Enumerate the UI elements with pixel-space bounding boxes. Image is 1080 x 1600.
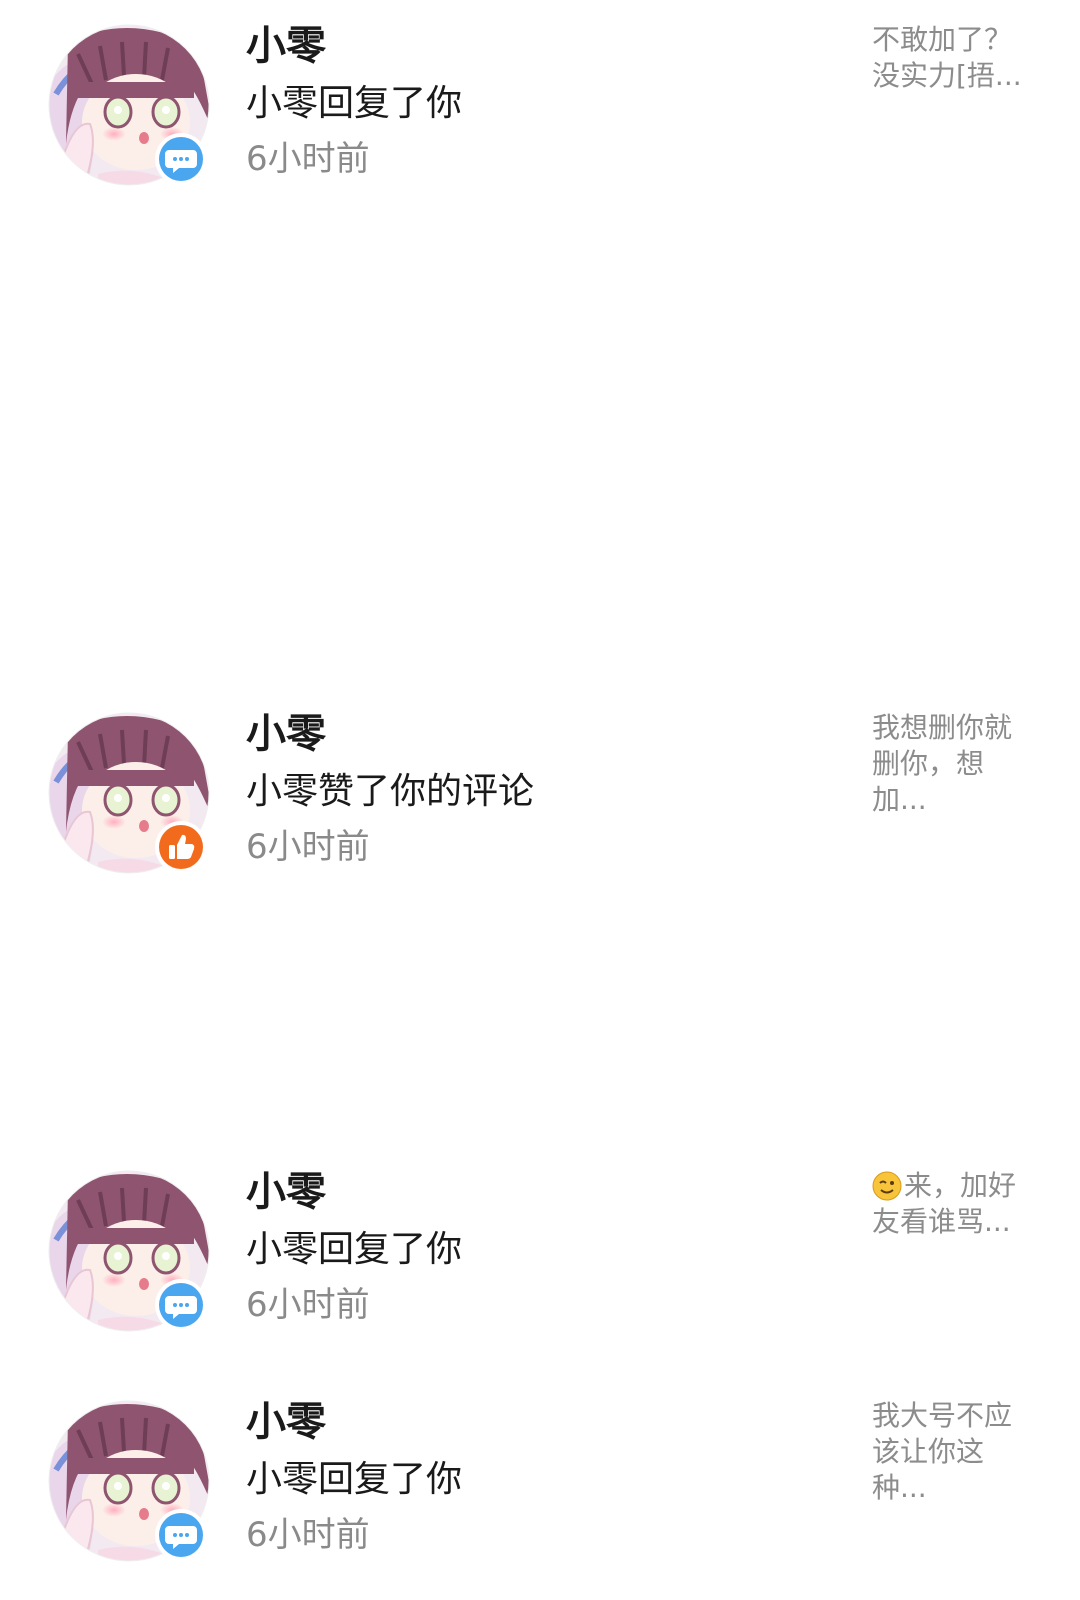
wink-emoji-icon xyxy=(872,1171,902,1201)
notification-item[interactable]: 小零 小零回复了你 6小时前 来，加好友看谁骂... xyxy=(0,1146,1080,1346)
user-name[interactable]: 小零 xyxy=(246,708,326,760)
comment-badge-icon xyxy=(155,1279,207,1331)
notification-action: 小零回复了你 xyxy=(246,1459,463,1500)
notification-action: 小零回复了你 xyxy=(246,83,463,124)
comment-preview[interactable]: 我大号不应该让你这种... xyxy=(872,1398,1032,1506)
avatar[interactable] xyxy=(48,1400,210,1562)
comment-preview[interactable]: 我想删你就删你，想加... xyxy=(872,710,1032,818)
comment-preview-text: 不敢加了？没实力[捂... xyxy=(872,23,1022,92)
comment-preview[interactable]: 来，加好友看谁骂... xyxy=(872,1168,1032,1240)
avatar[interactable] xyxy=(48,24,210,186)
comment-preview-text: 我大号不应该让你这种... xyxy=(872,1399,1013,1504)
avatar[interactable] xyxy=(48,712,210,874)
comment-badge-icon xyxy=(155,133,207,185)
comment-badge-icon xyxy=(155,1509,207,1561)
user-name[interactable]: 小零 xyxy=(246,1166,326,1218)
avatar[interactable] xyxy=(48,1170,210,1332)
timestamp: 6小时前 xyxy=(246,827,370,867)
comment-preview-text: 我想删你就删你，想加... xyxy=(872,711,1013,816)
comment-preview[interactable]: 不敢加了？没实力[捂... xyxy=(872,22,1032,94)
notification-action: 小零回复了你 xyxy=(246,1229,463,1270)
user-name[interactable]: 小零 xyxy=(246,1396,326,1448)
timestamp: 6小时前 xyxy=(246,1515,370,1555)
timestamp: 6小时前 xyxy=(246,1285,370,1325)
notification-item[interactable]: 小零 小零回复了你 6小时前 我大号不应该让你这种... xyxy=(0,1376,1080,1576)
thumbs-up-badge-icon xyxy=(155,821,207,873)
notification-item[interactable]: 小零 小零赞了你的评论 6小时前 我想删你就删你，想加... xyxy=(0,688,1080,888)
notification-item[interactable]: 小零 小零回复了你 6小时前 不敢加了？没实力[捂... xyxy=(0,0,1080,200)
notification-action: 小零赞了你的评论 xyxy=(246,771,535,812)
timestamp: 6小时前 xyxy=(246,139,370,179)
user-name[interactable]: 小零 xyxy=(246,20,326,72)
